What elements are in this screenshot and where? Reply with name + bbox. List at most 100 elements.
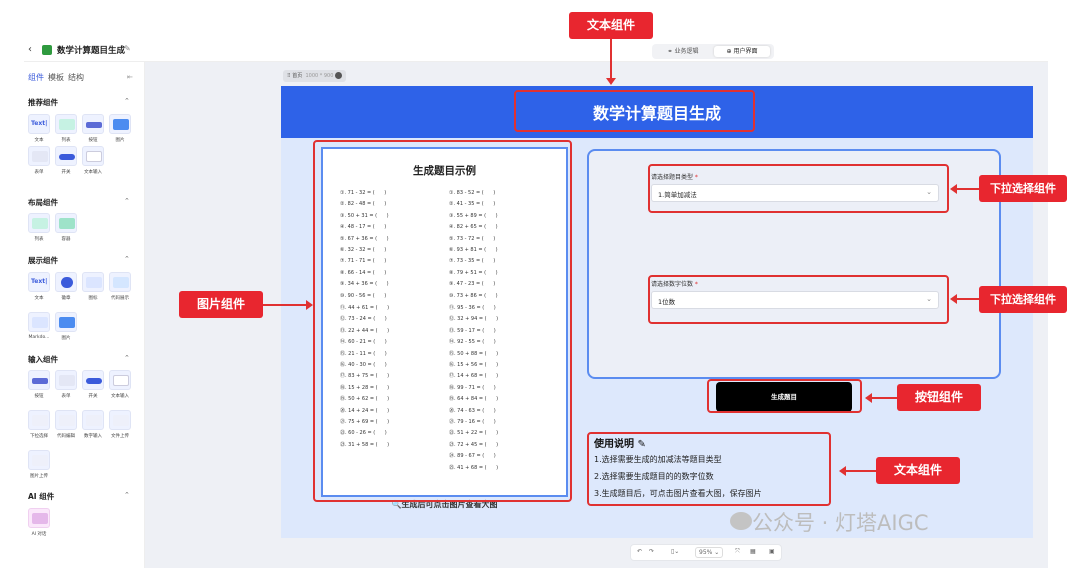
tab-business-logic[interactable]: ⚭ 业务逻辑 [656, 46, 710, 57]
form-icon [32, 151, 48, 162]
annotation-arrow-head [606, 78, 616, 85]
component-file-upload[interactable] [109, 410, 131, 430]
annotation-box-title [514, 90, 755, 132]
view-toggle: ⚭ 业务逻辑 ⊕ 用户界面 [652, 44, 774, 59]
page-frame-tab[interactable]: ⠿ 首页 1000 * 900 [283, 70, 347, 82]
switch-icon [59, 154, 75, 160]
chevron-up-icon[interactable]: ⌃ [124, 354, 130, 362]
tile-label: 文件上传 [111, 434, 129, 439]
component-ai-chat[interactable] [28, 508, 50, 528]
component-button[interactable] [82, 114, 104, 134]
button-icon [86, 122, 102, 128]
app-icon [42, 45, 52, 55]
tab-structure[interactable]: 结构 [68, 73, 84, 82]
wechat-logo [730, 512, 752, 530]
component-code-display[interactable] [109, 272, 131, 292]
component-form[interactable] [55, 370, 77, 390]
tile-label: 表单 [61, 394, 71, 399]
component-switch[interactable] [82, 370, 104, 390]
annotation-tag: 图片组件 [179, 291, 263, 318]
tile-label: 表单 [34, 170, 44, 175]
tile-label: 按钮 [34, 394, 44, 399]
tile-label: 开关 [88, 394, 98, 399]
zoom-select[interactable]: 95% ⌄ [695, 547, 724, 558]
redo-icon[interactable]: ↷ [649, 548, 654, 555]
edit-icon[interactable]: ✎ [124, 44, 131, 53]
annotation-arrow-head [950, 294, 957, 304]
chevron-up-icon[interactable]: ⌃ [124, 255, 130, 263]
annotation-box-instructions [587, 432, 831, 506]
component-image[interactable] [55, 312, 77, 332]
tile-label: 容器 [61, 237, 71, 242]
chevron-up-icon[interactable]: ⌃ [124, 197, 130, 205]
markdown-icon [32, 317, 48, 328]
annotation-box-dropdown2 [648, 275, 949, 324]
component-text[interactable]: Text| [28, 272, 50, 292]
sidebar-tabs: 组件 模板 结构 [28, 72, 88, 83]
top-bar: ‹ 数学计算题目生成 ✎ ⚭ 业务逻辑 ⊕ 用户界面 [24, 40, 1048, 62]
tile-label: 图片 [115, 138, 125, 143]
grid-icon[interactable]: ▦ [750, 548, 756, 555]
component-text-input[interactable] [109, 370, 131, 390]
tile-label: 开关 [61, 170, 71, 175]
close-icon[interactable] [335, 72, 343, 79]
component-select[interactable] [28, 410, 50, 430]
annotation-box-button [707, 379, 862, 413]
component-container[interactable] [55, 213, 77, 233]
number-input-icon [86, 415, 102, 426]
back-icon[interactable]: ‹ [28, 44, 32, 55]
code-icon [113, 277, 129, 288]
component-markdown[interactable] [28, 312, 50, 332]
tile-label: 按钮 [88, 138, 98, 143]
export-icon[interactable]: ▣ [769, 548, 775, 555]
component-icon[interactable] [82, 272, 104, 292]
annotation-tag: 下拉选择组件 [979, 286, 1067, 313]
tile-label: 图标 [88, 296, 98, 301]
annotation-arrow [957, 188, 979, 190]
annotation-arrow-head [865, 393, 872, 403]
chevron-up-icon[interactable]: ⌃ [124, 491, 130, 499]
annotation-box-image [313, 140, 572, 502]
button-icon [32, 378, 48, 384]
annotation-tag: 文本组件 [569, 12, 653, 39]
component-image-upload[interactable] [28, 450, 50, 470]
form-icon [59, 375, 75, 386]
chevron-up-icon[interactable]: ⌃ [124, 97, 130, 105]
component-switch[interactable] [55, 146, 77, 166]
section-title: 布局组件 [28, 198, 58, 207]
annotation-arrow [263, 304, 307, 306]
component-badge[interactable] [55, 272, 77, 292]
ai-chat-icon [32, 513, 48, 524]
pointer-icon[interactable]: ▯⌄ [671, 548, 679, 555]
tab-templates[interactable]: 模板 [48, 73, 64, 82]
component-image[interactable] [109, 114, 131, 134]
undo-icon[interactable]: ↶ [637, 548, 642, 555]
tile-label: 文本输入 [84, 170, 102, 175]
collapse-icon[interactable]: ⇤ [127, 73, 133, 81]
annotation-arrow [872, 397, 897, 399]
tab-components[interactable]: 组件 [28, 73, 44, 82]
component-code-editor[interactable] [55, 410, 77, 430]
tab-user-interface[interactable]: ⊕ 用户界面 [714, 46, 770, 57]
tile-label: AI 对话 [31, 532, 47, 537]
component-number-input[interactable] [82, 410, 104, 430]
tile-label: Markdo... [28, 335, 50, 340]
text-input-icon [86, 151, 102, 162]
code-editor-icon [59, 415, 75, 426]
text-icon: Text| [31, 278, 48, 285]
file-upload-icon [113, 415, 129, 426]
component-text[interactable]: Text| [28, 114, 50, 134]
watermark: 公众号 · 灯塔AIGC [752, 511, 929, 535]
component-form[interactable] [28, 146, 50, 166]
badge-icon [61, 277, 73, 288]
component-list[interactable] [55, 114, 77, 134]
icon-icon [86, 277, 102, 288]
fit-icon[interactable]: ⤧ [735, 548, 740, 556]
component-button[interactable] [28, 370, 50, 390]
component-text-input[interactable] [82, 146, 104, 166]
component-list[interactable] [28, 213, 50, 233]
text-icon: Text| [31, 120, 48, 127]
annotation-arrow-head [950, 184, 957, 194]
image-upload-icon [32, 455, 48, 466]
annotation-arrow-head [306, 300, 313, 310]
